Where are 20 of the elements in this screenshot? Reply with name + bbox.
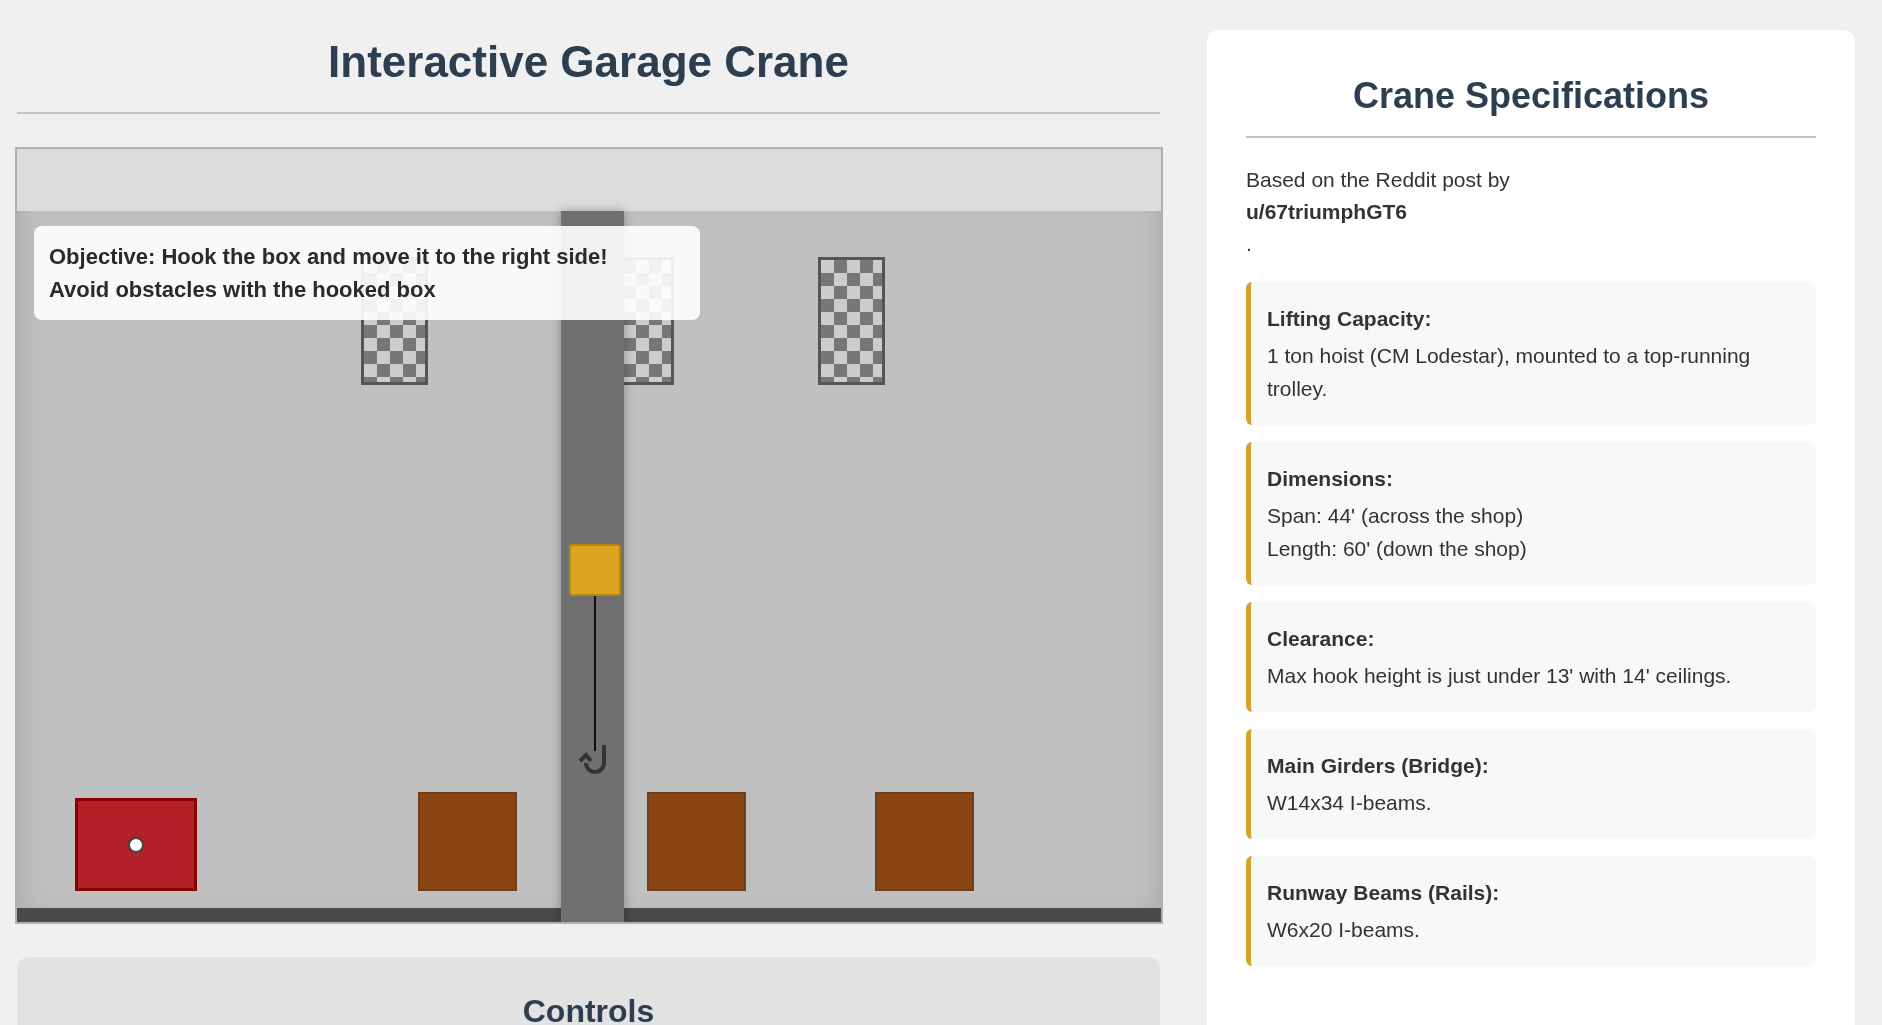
intro-text: Based on the Reddit post by u/67triumphGT6.: [1246, 167, 1511, 257]
spec-label: Lifting Capacity:: [1267, 306, 1433, 332]
spec-label: Clearance:: [1267, 626, 1376, 652]
spec-text: Span: 44' (across the shop): [1267, 503, 1525, 529]
hookable-box[interactable]: [75, 798, 197, 891]
hint-text: Avoid obstacles with the hooked box: [49, 276, 437, 304]
spec-label: Main Girders (Bridge):: [1267, 753, 1490, 779]
specs-heading: Crane Specifications: [1352, 74, 1710, 118]
hook-point: [128, 836, 144, 853]
spec-text: 1 ton hoist (CM Lodestar), mounted to a top-running trolley.: [1267, 343, 1752, 402]
objective-text: Objective: Hook the box and move it to the right side!: [49, 243, 609, 271]
spec-label: Dimensions:: [1267, 466, 1395, 492]
spec-text: W6x20 I-beams.: [1267, 917, 1421, 943]
spec-text: W14x34 I-beams.: [1267, 790, 1433, 816]
trolley[interactable]: [569, 544, 621, 596]
controls-heading: Controls: [522, 992, 655, 1025]
spec-label: Runway Beams (Rails):: [1267, 880, 1501, 906]
spec-text: Max hook height is just under 13' with 14' ceilings.: [1267, 663, 1733, 689]
spec-text: Length: 60' (down the shop): [1267, 536, 1528, 562]
page-title: Interactive Garage Crane: [328, 36, 849, 88]
